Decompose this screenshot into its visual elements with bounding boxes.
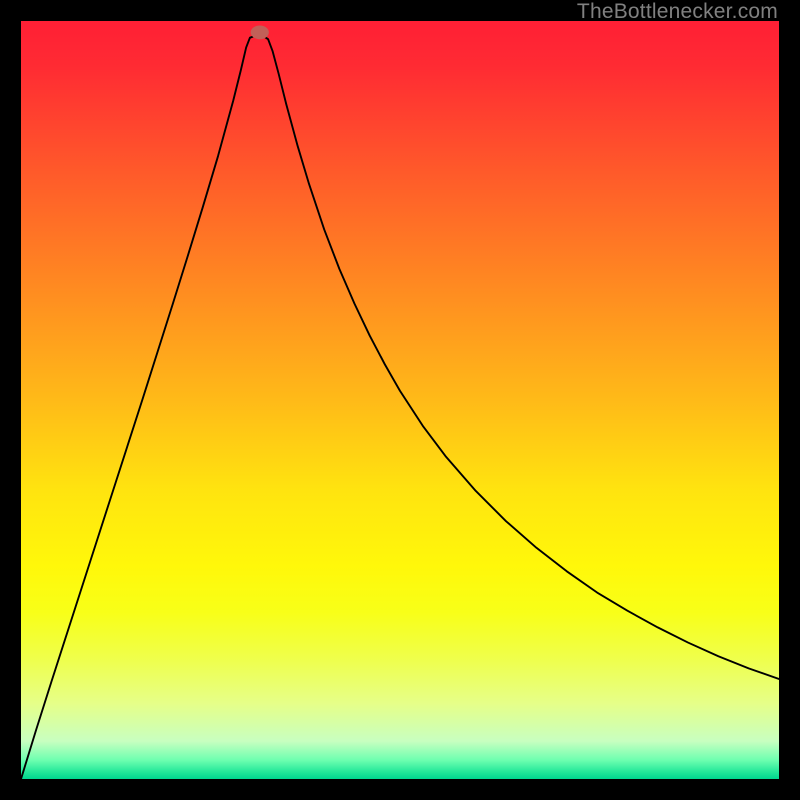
bottleneck-chart <box>21 21 779 779</box>
gradient-background <box>21 21 779 779</box>
optimal-point-marker <box>251 26 269 40</box>
chart-frame <box>21 21 779 779</box>
watermark-text: TheBottlenecker.com <box>577 0 778 24</box>
